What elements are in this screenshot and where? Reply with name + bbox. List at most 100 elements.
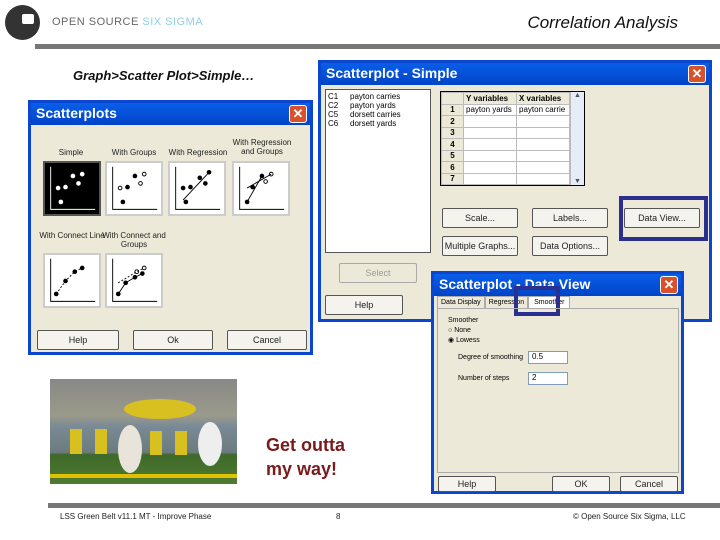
scroll-down-icon[interactable]: ▼ <box>571 178 584 185</box>
logo <box>5 5 40 40</box>
callout-text: Get outta my way! <box>266 433 345 481</box>
ok-button[interactable]: OK <box>552 476 610 492</box>
footer-divider <box>48 503 720 508</box>
table-cell[interactable]: payton carrie <box>516 103 570 116</box>
table-cell[interactable] <box>516 172 570 185</box>
dialog-title: Scatterplots <box>36 105 117 121</box>
brand-accent: SIX SIGMA <box>142 16 204 28</box>
table-row: 2 <box>441 115 570 128</box>
option-with-regression[interactable] <box>168 161 226 216</box>
radio-none[interactable]: ○ None <box>448 327 471 334</box>
scroll-up-icon[interactable]: ▲ <box>571 92 584 99</box>
option-with-groups[interactable] <box>105 161 163 216</box>
scale-button[interactable]: Scale... <box>442 208 518 228</box>
option-label: Simple <box>58 148 84 157</box>
column-list[interactable]: C1 payton carries C2 payton yards C5 dorset… <box>325 89 431 253</box>
variables-grid: Y variables X variables 1 payton yards payto… <box>440 91 585 186</box>
option-simple[interactable] <box>43 161 101 216</box>
row-number: 2 <box>441 115 464 128</box>
column-header: X variables <box>516 92 570 105</box>
radio-label: Lowess <box>456 337 480 344</box>
list-item[interactable]: C2 payton yards <box>328 101 428 110</box>
table-cell[interactable] <box>516 126 570 139</box>
table-cell[interactable] <box>516 161 570 174</box>
callout-line: Get outta <box>266 435 345 455</box>
select-button[interactable]: Select <box>339 263 417 283</box>
row-number: 7 <box>441 172 464 185</box>
option-label: With Connect Line <box>39 231 105 240</box>
row-number: 6 <box>441 161 464 174</box>
option-with-connect-and-groups[interactable] <box>105 253 163 308</box>
table-row: 7 <box>441 172 570 185</box>
table-cell[interactable] <box>463 138 517 151</box>
option-with-regression-and-groups[interactable] <box>232 161 290 216</box>
scatterplots-dialog: Scatterplots ✕ Simple With Groups With Re… <box>28 100 313 355</box>
option-with-connect-line[interactable] <box>43 253 101 308</box>
ok-button[interactable]: Ok <box>133 330 213 350</box>
brand-main: OPEN SOURCE <box>52 16 139 28</box>
close-icon[interactable]: ✕ <box>660 276 678 294</box>
col-name: dorsett yards <box>350 119 397 128</box>
column-header: Y variables <box>463 92 517 105</box>
col-id: C1 <box>328 92 339 101</box>
close-icon[interactable]: ✕ <box>688 65 706 83</box>
table-cell[interactable] <box>463 115 517 128</box>
dialog-title: Scatterplot - Simple <box>326 65 458 81</box>
cancel-button[interactable]: Cancel <box>620 476 678 492</box>
highlight-box <box>619 196 708 241</box>
table-cell[interactable] <box>516 115 570 128</box>
cancel-button[interactable]: Cancel <box>227 330 307 350</box>
row-number: 5 <box>441 149 464 162</box>
table-cell[interactable] <box>463 172 517 185</box>
help-button[interactable]: Help <box>325 295 403 315</box>
table-cell[interactable] <box>463 149 517 162</box>
table-cell[interactable] <box>463 126 517 139</box>
list-item[interactable]: C6 dorsett yards <box>328 119 428 128</box>
degree-of-smoothing-input[interactable]: 0.5 <box>528 351 568 364</box>
help-button[interactable]: Help <box>37 330 119 350</box>
radio-lowess[interactable]: ◉ Lowess <box>448 336 480 344</box>
option-label: With Connect and Groups <box>102 231 166 249</box>
table-cell[interactable] <box>516 138 570 151</box>
callout-line: my way! <box>266 459 338 479</box>
option-label: With Regression <box>168 148 228 157</box>
col-id: C5 <box>328 110 339 119</box>
list-item[interactable]: C5 dorsett carries <box>328 110 428 119</box>
multiple-graphs-button[interactable]: Multiple Graphs... <box>442 236 518 256</box>
option-label: With Groups <box>111 148 157 157</box>
row-number: 3 <box>441 126 464 139</box>
tab-panel: Smoother ○ None ◉ Lowess Degree of smoot… <box>437 308 679 473</box>
table-row: 4 <box>441 138 570 151</box>
list-item[interactable]: C1 payton carries <box>328 92 428 101</box>
col-name: payton carries <box>350 92 401 101</box>
footer-copyright: © Open Source Six Sigma, LLC <box>573 512 686 521</box>
option-label: With Regression and Groups <box>232 138 292 156</box>
row-number: 4 <box>441 138 464 151</box>
table-cell[interactable] <box>463 161 517 174</box>
page-number: 8 <box>336 512 341 521</box>
table-row: 1 payton yards payton carrie <box>441 103 570 116</box>
table-row: 5 <box>441 149 570 162</box>
col-id: C2 <box>328 101 339 110</box>
row-number: 1 <box>441 103 464 116</box>
brand: OPEN SOURCE SIX SIGMA <box>52 16 203 28</box>
header-divider <box>35 44 720 49</box>
number-of-steps-input[interactable]: 2 <box>528 372 568 385</box>
field-label: Degree of smoothing <box>458 354 523 361</box>
close-icon[interactable]: ✕ <box>289 105 307 123</box>
group-label: Smoother <box>448 317 479 324</box>
titlebar: Scatterplots ✕ <box>31 103 310 125</box>
data-options-button[interactable]: Data Options... <box>532 236 608 256</box>
help-button[interactable]: Help <box>438 476 496 492</box>
col-id: C6 <box>328 119 339 128</box>
titlebar: Scatterplot - Simple ✕ <box>321 63 709 85</box>
data-view-dialog: Scatterplot - Data View ✕ Data Display Re… <box>431 271 684 494</box>
col-name: payton yards <box>350 101 396 110</box>
labels-button[interactable]: Labels... <box>532 208 608 228</box>
menu-path: Graph>Scatter Plot>Simple… <box>73 68 255 83</box>
scrollbar[interactable]: ▲ ▼ <box>570 92 584 185</box>
footer-course: LSS Green Belt v11.1 MT - Improve Phase <box>60 512 212 521</box>
table-cell[interactable]: payton yards <box>463 103 517 116</box>
table-cell[interactable] <box>516 149 570 162</box>
radio-label: None <box>454 327 471 334</box>
